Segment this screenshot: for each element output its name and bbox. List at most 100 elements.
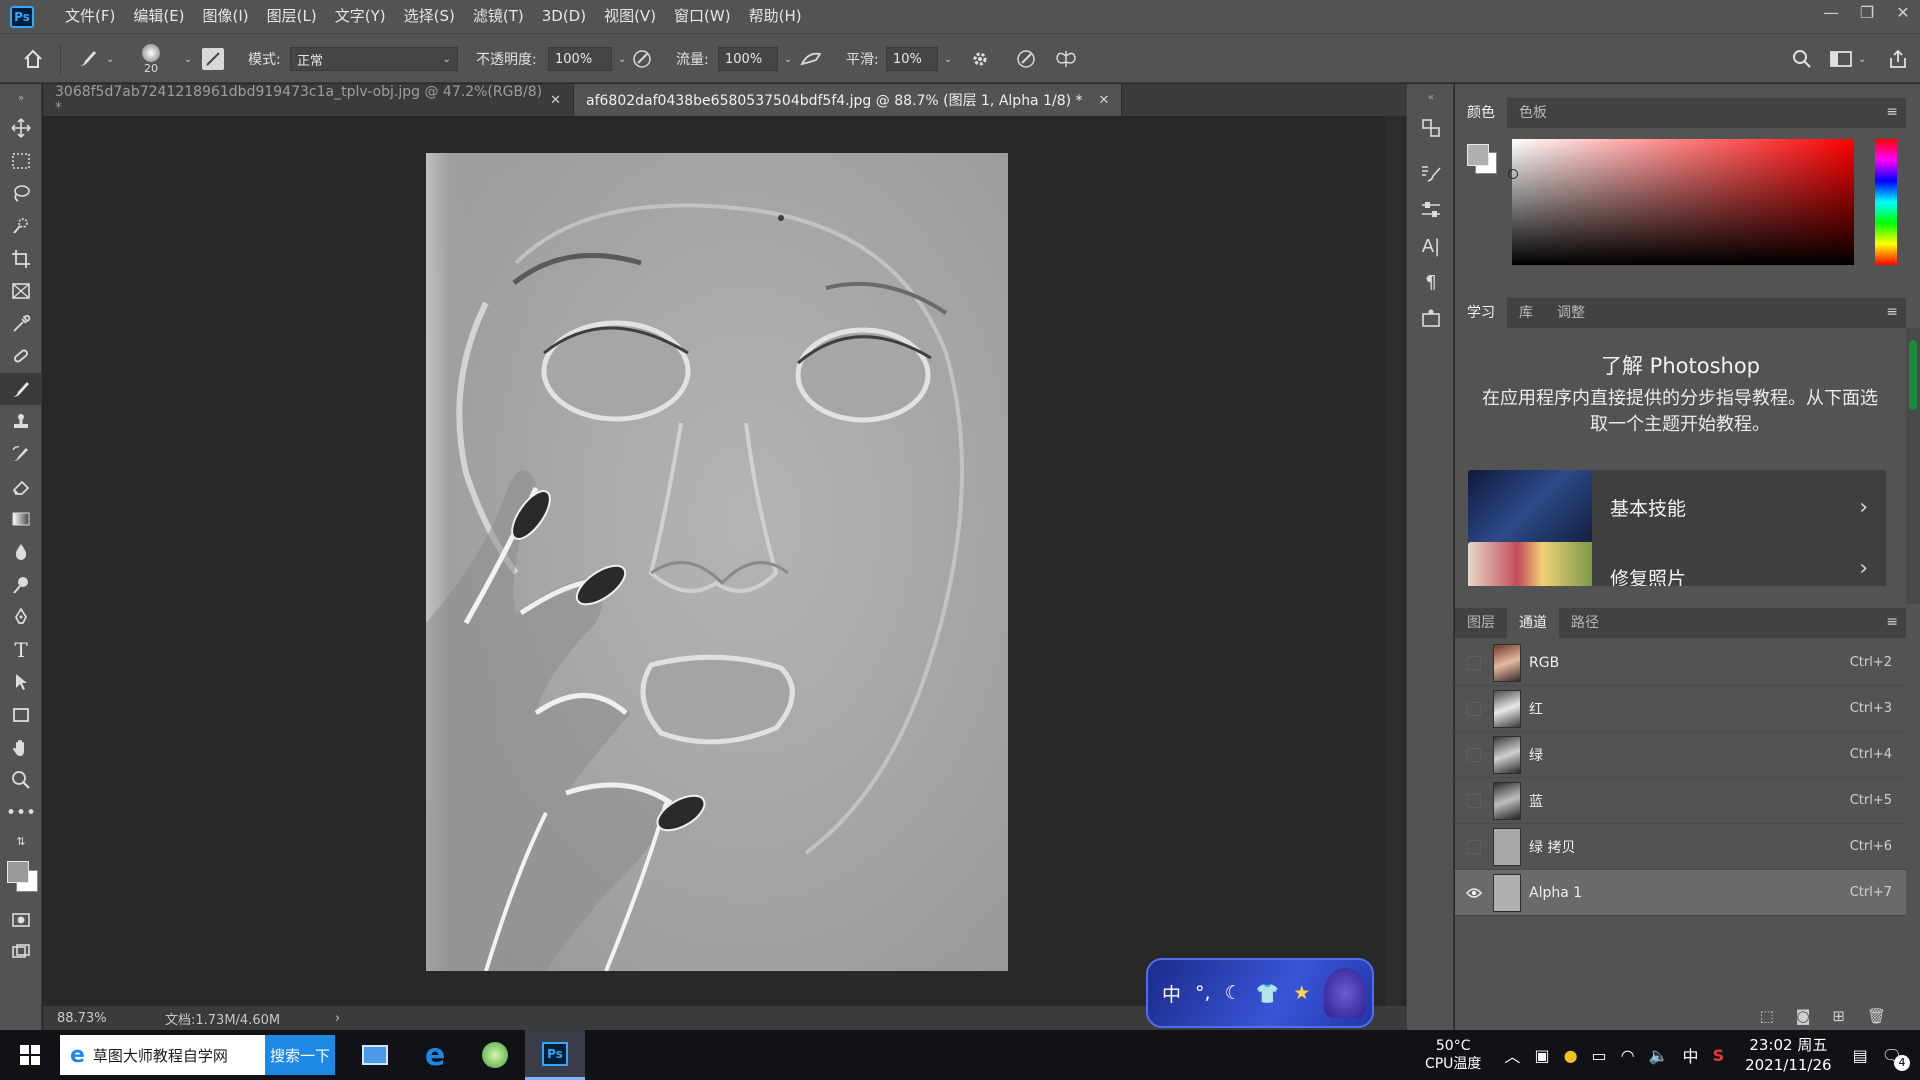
- channel-row-blue[interactable]: 蓝 Ctrl+5: [1455, 778, 1906, 824]
- panel-menu-icon[interactable]: ≡: [1886, 304, 1898, 320]
- marquee-tool-icon[interactable]: [0, 145, 42, 178]
- collapse-icon[interactable]: »: [0, 84, 42, 112]
- wifi-icon[interactable]: ◠: [1621, 1046, 1635, 1065]
- gradient-tool-icon[interactable]: [0, 503, 42, 536]
- screen-mode-icon[interactable]: [0, 936, 42, 969]
- symmetry-icon[interactable]: [1054, 34, 1078, 84]
- status-menu-arrow[interactable]: ›: [335, 1011, 340, 1026]
- tab-swatches[interactable]: 色板: [1507, 98, 1559, 128]
- menu-type[interactable]: 文字(Y): [326, 0, 395, 33]
- ime-indicator[interactable]: 中: [1683, 1043, 1699, 1067]
- security-icon[interactable]: ▣: [1534, 1046, 1549, 1065]
- brush-settings-icon[interactable]: [202, 34, 224, 84]
- close-icon[interactable]: ✕: [1099, 93, 1110, 108]
- skin-icon[interactable]: 👕: [1256, 982, 1280, 1005]
- path-selection-tool-icon[interactable]: [0, 666, 42, 699]
- close-button[interactable]: ✕: [1886, 0, 1920, 26]
- moon-icon[interactable]: ☾: [1225, 982, 1242, 1004]
- clock[interactable]: 23:02 周五 2021/11/26: [1745, 1035, 1831, 1075]
- windows-start-icon[interactable]: [0, 1030, 60, 1080]
- eyedropper-tool-icon[interactable]: [0, 308, 42, 341]
- pressure-opacity-icon[interactable]: [630, 34, 654, 84]
- search-button[interactable]: 搜索一下: [265, 1035, 335, 1075]
- paragraph-icon[interactable]: ¶: [1407, 264, 1455, 300]
- taskbar-app-edge[interactable]: e: [405, 1030, 465, 1080]
- load-selection-icon[interactable]: ⬚: [1760, 1007, 1774, 1025]
- visibility-toggle[interactable]: [1461, 640, 1487, 686]
- ime-toolbar[interactable]: 中 °, ☾ 👕 ★: [1146, 958, 1374, 1028]
- save-selection-icon[interactable]: ◙: [1796, 1007, 1811, 1025]
- mode-select[interactable]: 正常 ⌄: [290, 47, 458, 71]
- close-icon[interactable]: ✕: [550, 93, 561, 108]
- chevron-down-icon[interactable]: ⌄: [618, 54, 626, 65]
- menu-filter[interactable]: 滤镜(T): [464, 0, 533, 33]
- channel-row-green-copy[interactable]: 绿 拷贝 Ctrl+6: [1455, 824, 1906, 870]
- character-icon[interactable]: A|: [1407, 228, 1455, 264]
- zoom-tool-icon[interactable]: [0, 764, 42, 797]
- battery-icon[interactable]: ▭: [1592, 1046, 1607, 1065]
- menu-window[interactable]: 窗口(W): [665, 0, 740, 33]
- history-icon[interactable]: [1407, 110, 1455, 146]
- share-icon[interactable]: [1888, 34, 1908, 84]
- dodge-tool-icon[interactable]: [0, 568, 42, 601]
- chevron-down-icon[interactable]: ⌄: [944, 54, 952, 65]
- tab-color[interactable]: 颜色: [1455, 98, 1507, 128]
- canvas-area[interactable]: [43, 116, 1416, 1006]
- opacity-input[interactable]: 100%: [548, 47, 612, 71]
- frame-tool-icon[interactable]: [0, 275, 42, 308]
- workspace-icon[interactable]: ⌄: [1830, 34, 1866, 84]
- learn-scrollbar[interactable]: [1906, 328, 1920, 604]
- clone-stamp-tool-icon[interactable]: [0, 405, 42, 438]
- document-tab-2[interactable]: af6802daf0438be6580537504bdf5f4.jpg @ 88…: [574, 84, 1123, 116]
- taskbar-app-browser[interactable]: [465, 1030, 525, 1080]
- tab-libraries[interactable]: 库: [1507, 298, 1545, 328]
- move-tool-icon[interactable]: [0, 112, 42, 145]
- tab-learn[interactable]: 学习: [1455, 298, 1507, 328]
- menu-edit[interactable]: 编辑(E): [124, 0, 193, 33]
- tab-channels[interactable]: 通道: [1507, 608, 1559, 638]
- cpu-temperature[interactable]: 50°C CPU温度: [1425, 1037, 1481, 1073]
- brush-settings-icon[interactable]: [1407, 156, 1455, 192]
- visibility-toggle[interactable]: [1461, 686, 1487, 732]
- notes-icon[interactable]: ▤: [1853, 1046, 1868, 1065]
- menu-3d[interactable]: 3D(D): [533, 0, 595, 33]
- channel-row-alpha-1[interactable]: Alpha 1 Ctrl+7: [1455, 870, 1906, 916]
- brush-preset-picker[interactable]: 20: [142, 34, 160, 84]
- gear-icon[interactable]: [970, 34, 990, 84]
- zoom-level[interactable]: 88.73%: [57, 1011, 157, 1026]
- delete-channel-icon[interactable]: 🗑: [1867, 1007, 1886, 1025]
- volume-icon[interactable]: 🔈: [1649, 1046, 1669, 1065]
- brush-tool-icon[interactable]: ⌄: [76, 34, 114, 84]
- tab-adjustments[interactable]: 调整: [1545, 298, 1597, 328]
- taskbar-search-box[interactable]: e 草图大师教程自学网: [60, 1035, 265, 1075]
- airbrush-icon[interactable]: [798, 34, 824, 84]
- chevron-up-icon[interactable]: ︿: [1504, 1043, 1520, 1067]
- tab-paths[interactable]: 路径: [1559, 608, 1611, 638]
- smoothing-input[interactable]: 10%: [886, 47, 938, 71]
- taskbar-app-photoshop[interactable]: Ps: [525, 1030, 585, 1080]
- visibility-toggle[interactable]: [1461, 732, 1487, 778]
- chevron-down-icon[interactable]: ⌄: [784, 54, 792, 65]
- menu-view[interactable]: 视图(V): [595, 0, 665, 33]
- visibility-toggle[interactable]: [1461, 824, 1487, 870]
- rectangle-tool-icon[interactable]: [0, 699, 42, 732]
- pen-tool-icon[interactable]: [0, 601, 42, 634]
- visibility-toggle[interactable]: [1461, 778, 1487, 824]
- quick-selection-tool-icon[interactable]: [0, 210, 42, 243]
- panel-menu-icon[interactable]: ≡: [1886, 614, 1898, 630]
- swap-colors-icon[interactable]: ⇅: [0, 829, 42, 853]
- foreground-color-swatch[interactable]: [1467, 144, 1489, 166]
- minimize-button[interactable]: —: [1814, 0, 1848, 26]
- hand-tool-icon[interactable]: [0, 731, 42, 764]
- vertical-scrollbar[interactable]: [1385, 116, 1401, 1006]
- action-center-icon[interactable]: 🗨 4: [1882, 1046, 1910, 1071]
- healing-brush-tool-icon[interactable]: [0, 340, 42, 373]
- punctuation-icon[interactable]: °,: [1195, 982, 1211, 1004]
- glyphs-icon[interactable]: [1407, 300, 1455, 336]
- new-channel-icon[interactable]: ⊞: [1832, 1007, 1845, 1025]
- collapse-icon[interactable]: «: [1407, 84, 1455, 110]
- taskbar-app-explorer[interactable]: [345, 1030, 405, 1080]
- star-icon[interactable]: ★: [1293, 982, 1310, 1004]
- menu-layer[interactable]: 图层(L): [258, 0, 326, 33]
- document-tab-1[interactable]: 3068f5d7ab7241218961dbd919473c1a_tplv-ob…: [43, 84, 574, 116]
